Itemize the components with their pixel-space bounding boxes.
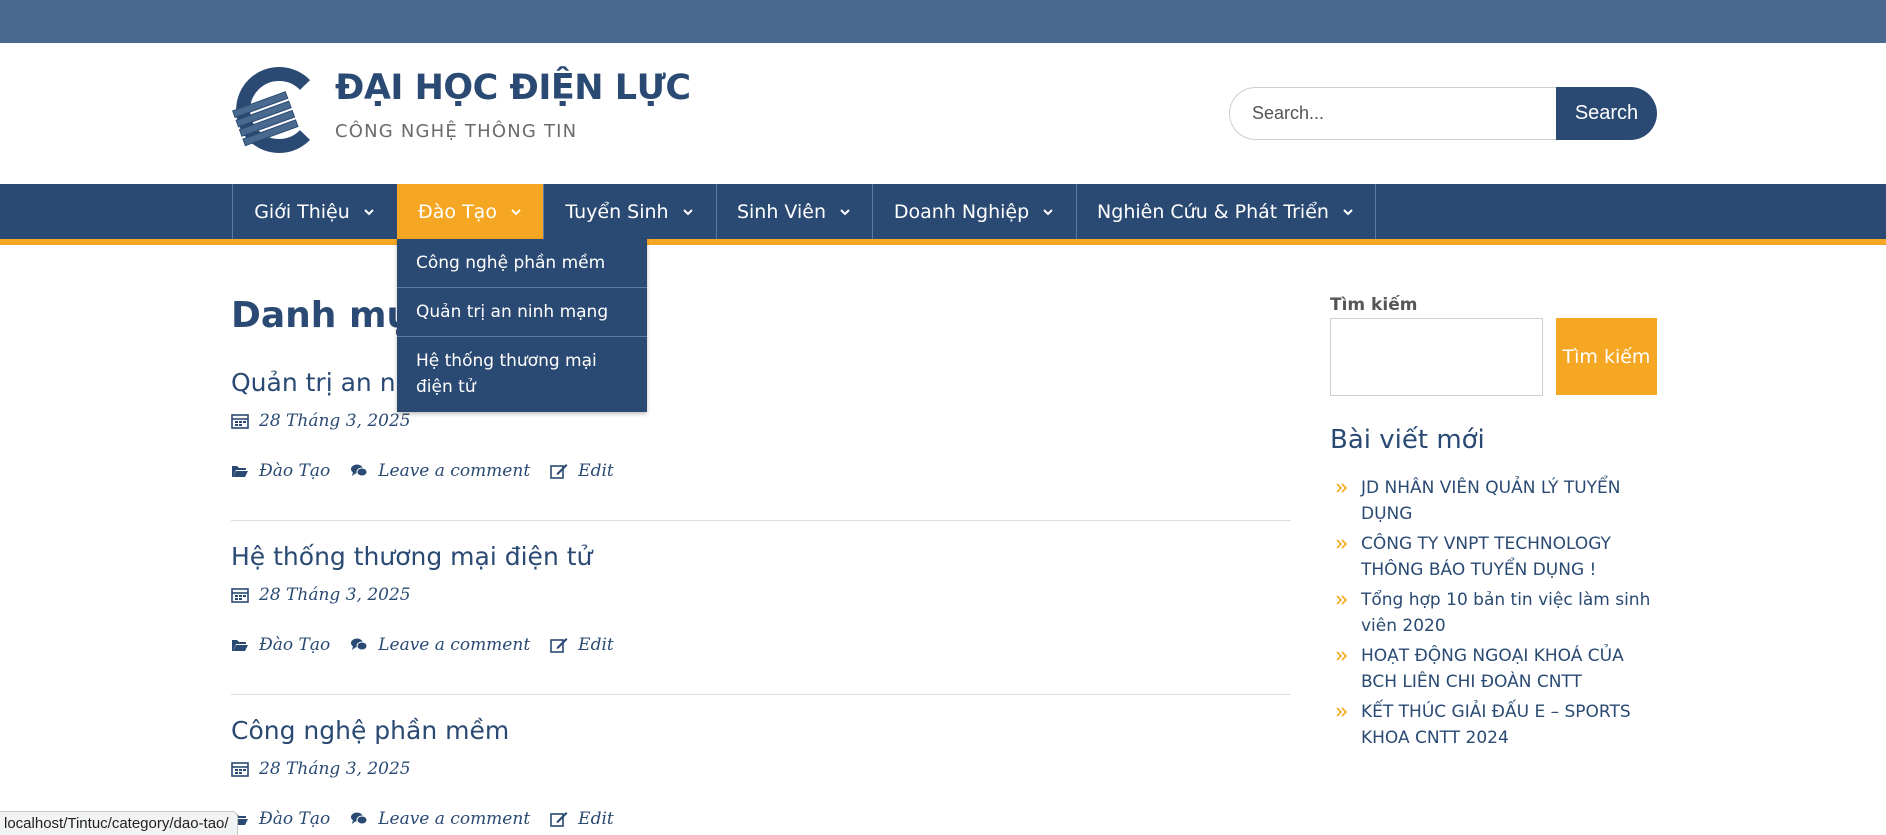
recent-post-link[interactable]: JD NHÂN VIÊN QUẢN LÝ TUYỂN DỤNG: [1330, 475, 1657, 527]
post-date-text[interactable]: 28 Tháng 3, 2025: [259, 585, 411, 605]
chevron-down-icon: [840, 208, 850, 215]
browser-status-url: localhost/Tintuc/category/dao-tao/: [0, 811, 238, 835]
sidebar-search: Tìm kiếm: [1330, 318, 1657, 396]
header-search-input[interactable]: [1229, 87, 1561, 140]
recent-post-title: CÔNG TY VNPT TECHNOLOGY THÔNG BÁO TUYỂN …: [1361, 534, 1611, 580]
post-comment-link[interactable]: Leave a comment: [378, 461, 530, 481]
recent-post-link[interactable]: KẾT THÚC GIẢI ĐẤU E – SPORTS KHOA CNTT 2…: [1330, 699, 1657, 751]
sidebar: Tìm kiếm Tìm kiếm Bài viết mới JD NHÂN V…: [1330, 295, 1657, 755]
post-edit-link[interactable]: Edit: [578, 635, 614, 655]
edit-icon: [550, 812, 568, 827]
post-item: Quản trị an ninh mạng 28 Tháng 3, 2025 Đ…: [231, 368, 1291, 481]
post-title[interactable]: Công nghệ phần mềm: [231, 716, 1291, 745]
post-divider: [231, 694, 1291, 695]
main-nav: Giới Thiệu Đào Tạo Tuyển Sinh Sinh Viên …: [0, 184, 1886, 239]
sidebar-search-button[interactable]: Tìm kiếm: [1556, 318, 1657, 395]
site-header: ĐẠI HỌC ĐIỆN LỰC CÔNG NGHỆ THÔNG TIN Sea…: [0, 43, 1886, 184]
recent-post-link[interactable]: HOẠT ĐỘNG NGOẠI KHOÁ CỦA BCH LIÊN CHI ĐO…: [1330, 643, 1657, 695]
folder-open-icon: [232, 466, 248, 477]
double-chevron-right-icon: [1336, 707, 1348, 717]
dao-tao-dropdown-menu: Công nghệ phần mềm Quản trị an ninh mạng…: [397, 239, 647, 412]
calendar-icon: [231, 414, 249, 429]
post-date: 28 Tháng 3, 2025: [231, 759, 1291, 779]
nav-accent-stripe: [0, 239, 1886, 245]
nav-item-label: Giới Thiệu: [254, 200, 350, 223]
double-chevron-right-icon: [1336, 539, 1348, 549]
chevron-down-icon: [682, 208, 693, 215]
chevron-down-icon: [1343, 208, 1353, 215]
nav-item-dao-tao[interactable]: Đào Tạo: [397, 184, 543, 239]
double-chevron-right-icon: [1336, 595, 1348, 605]
calendar-icon: [231, 762, 249, 777]
edit-icon: [550, 464, 568, 479]
site-tagline: CÔNG NGHỆ THÔNG TIN: [335, 121, 578, 142]
site-title[interactable]: ĐẠI HỌC ĐIỆN LỰC: [335, 68, 691, 108]
nav-item-label: Sinh Viên: [736, 200, 827, 223]
chevron-down-icon: [1043, 208, 1053, 215]
dropdown-item-quan-tri-an-ninh-mang[interactable]: Quản trị an ninh mạng: [397, 288, 647, 337]
post-meta: Đào Tạo Leave a comment Edit: [231, 461, 1291, 481]
post-category-link[interactable]: Đào Tạo: [259, 809, 330, 829]
dropdown-item-cong-nghe-phan-mem[interactable]: Công nghệ phần mềm: [397, 239, 647, 288]
nav-item-label: Doanh Nghiệp: [893, 200, 1030, 223]
recent-post-title: HOẠT ĐỘNG NGOẠI KHOÁ CỦA BCH LIÊN CHI ĐO…: [1361, 646, 1624, 692]
double-chevron-right-icon: [1336, 651, 1348, 661]
post-meta: Đào Tạo Leave a comment Edit: [231, 809, 1291, 829]
comments-icon: [351, 638, 368, 651]
recent-post-title: KẾT THÚC GIẢI ĐẤU E – SPORTS KHOA CNTT 2…: [1361, 702, 1631, 748]
site-logo[interactable]: [231, 67, 321, 153]
chevron-down-icon: [364, 208, 374, 215]
folder-open-icon: [232, 640, 248, 651]
nav-item-nghien-cuu[interactable]: Nghiên Cứu & Phát Triển: [1076, 184, 1376, 239]
post-edit-link[interactable]: Edit: [578, 461, 614, 481]
post-comment-link[interactable]: Leave a comment: [378, 635, 530, 655]
recent-posts-heading: Bài viết mới: [1330, 425, 1485, 455]
post-date-text[interactable]: 28 Tháng 3, 2025: [259, 759, 411, 779]
post-title[interactable]: Hệ thống thương mại điện tử: [231, 542, 1291, 571]
calendar-icon: [231, 588, 249, 603]
post-category-link[interactable]: Đào Tạo: [259, 635, 330, 655]
dropdown-item-he-thong-thuong-mai-dien-tu[interactable]: Hệ thống thương mại điện tử: [397, 337, 647, 412]
post-date: 28 Tháng 3, 2025: [231, 411, 1291, 431]
double-chevron-right-icon: [1336, 483, 1348, 493]
sidebar-search-input[interactable]: [1330, 318, 1543, 396]
nav-item-sinh-vien[interactable]: Sinh Viên: [716, 184, 872, 239]
sidebar-search-label: Tìm kiếm: [1330, 295, 1418, 315]
post-date: 28 Tháng 3, 2025: [231, 585, 1291, 605]
recent-post-title: Tổng hợp 10 bản tin việc làm sinh viên 2…: [1361, 590, 1651, 636]
recent-post-link[interactable]: Tổng hợp 10 bản tin việc làm sinh viên 2…: [1330, 587, 1657, 639]
recent-post-link[interactable]: CÔNG TY VNPT TECHNOLOGY THÔNG BÁO TUYỂN …: [1330, 531, 1657, 583]
recent-post-title: JD NHÂN VIÊN QUẢN LÝ TUYỂN DỤNG: [1361, 478, 1621, 524]
nav-item-tuyen-sinh[interactable]: Tuyển Sinh: [543, 184, 716, 239]
post-category-link[interactable]: Đào Tạo: [259, 461, 330, 481]
nav-item-gioi-thieu[interactable]: Giới Thiệu: [232, 184, 397, 239]
comments-icon: [351, 812, 368, 825]
post-item: Công nghệ phần mềm 28 Tháng 3, 2025 Đào …: [231, 716, 1291, 829]
header-search: Search: [1229, 87, 1657, 140]
post-title[interactable]: Quản trị an ninh mạng: [231, 368, 1291, 397]
nav-item-doanh-nghiep[interactable]: Doanh Nghiệp: [872, 184, 1076, 239]
post-date-text[interactable]: 28 Tháng 3, 2025: [259, 411, 411, 431]
header-search-button[interactable]: Search: [1556, 87, 1657, 140]
nav-item-label: Đào Tạo: [418, 200, 497, 223]
nav-item-label: Tuyển Sinh: [565, 200, 669, 223]
edit-icon: [550, 638, 568, 653]
nav-item-label: Nghiên Cứu & Phát Triển: [1097, 200, 1329, 223]
post-meta: Đào Tạo Leave a comment Edit: [231, 635, 1291, 655]
post-divider: [231, 520, 1291, 521]
post-comment-link[interactable]: Leave a comment: [378, 809, 530, 829]
recent-posts-list: JD NHÂN VIÊN QUẢN LÝ TUYỂN DỤNG CÔNG TY …: [1330, 475, 1657, 751]
post-edit-link[interactable]: Edit: [578, 809, 614, 829]
chevron-down-icon: [511, 208, 521, 215]
post-item: Hệ thống thương mại điện tử 28 Tháng 3, …: [231, 542, 1291, 655]
top-bar: [0, 0, 1886, 43]
comments-icon: [351, 464, 368, 477]
